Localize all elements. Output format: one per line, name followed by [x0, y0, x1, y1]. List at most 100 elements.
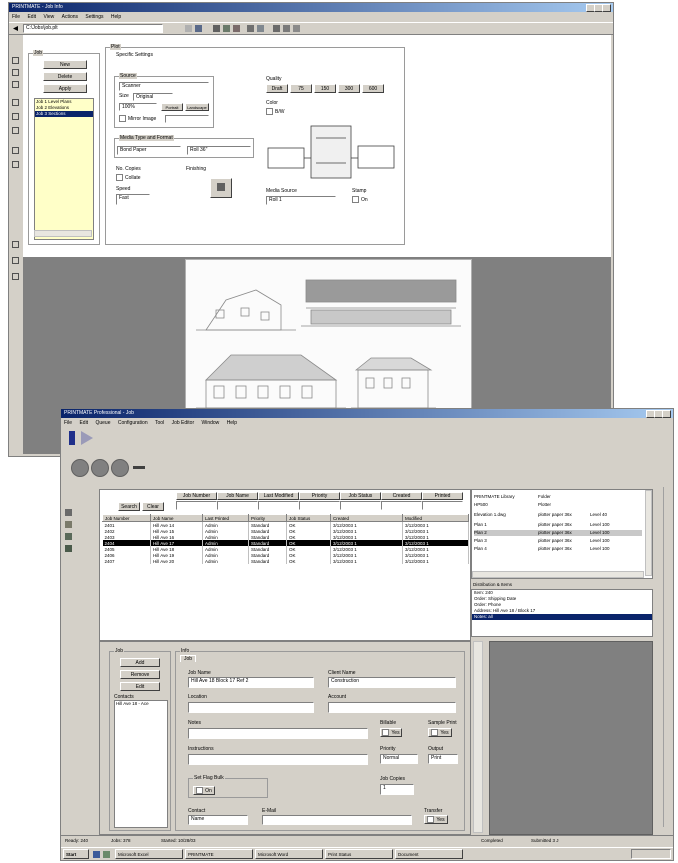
menu-window[interactable]: Window — [202, 420, 220, 426]
menu-help[interactable]: Help — [227, 420, 237, 426]
tree-hscroll[interactable] — [472, 571, 644, 578]
remove-button[interactable]: Remove — [120, 670, 160, 679]
quality-draft-radio[interactable]: Draft — [266, 84, 288, 93]
filter-header[interactable]: Created — [381, 492, 422, 500]
rotate-tool-icon[interactable] — [12, 161, 19, 168]
filter-header[interactable]: Last Modified — [258, 492, 299, 500]
portrait-button[interactable]: Portrait — [161, 103, 183, 111]
tree-item[interactable]: Plan 3 plotter paper 36x Level 100 — [474, 538, 610, 544]
filter-input[interactable] — [217, 501, 258, 510]
filter-header[interactable]: Job Number — [176, 492, 217, 500]
stamp-tool-icon[interactable] — [12, 241, 19, 248]
quick-launch-ie-icon[interactable] — [93, 851, 100, 858]
line-tool-icon[interactable] — [12, 147, 19, 154]
add-button[interactable]: Add — [120, 658, 160, 667]
zoom-out-icon[interactable] — [233, 25, 240, 32]
measure-tool-icon[interactable] — [12, 113, 19, 120]
menu-edit[interactable]: Edit — [79, 420, 88, 426]
filter-header[interactable]: Job Status — [340, 492, 381, 500]
record-circle-icon[interactable] — [91, 459, 109, 477]
taskbar-item[interactable]: Print Status — [325, 849, 393, 859]
delete-job-button[interactable]: Delete — [43, 72, 87, 81]
email-field[interactable] — [262, 815, 412, 825]
size-select[interactable]: Original — [133, 93, 173, 101]
quality-75-radio[interactable]: 75 — [290, 84, 312, 93]
color-checkbox[interactable]: B/W — [266, 108, 284, 115]
stamp-checkbox[interactable]: On — [352, 196, 368, 203]
menu-view[interactable]: View — [43, 14, 54, 20]
front-window-titlebar[interactable]: PRINTMATE Professional - Job — [61, 409, 673, 418]
filter-input[interactable] — [299, 501, 340, 510]
menu-job-editor[interactable]: Job Editor — [172, 420, 195, 426]
eject-circle-icon[interactable] — [111, 459, 129, 477]
menu-edit[interactable]: Edit — [27, 14, 36, 20]
tab-specific-settings[interactable]: Specific Settings — [112, 51, 157, 58]
taskbar-item[interactable]: Microsoft Excel — [115, 849, 183, 859]
tree-item[interactable]: Plan 1 plotter paper 36x Level 100 — [474, 522, 610, 528]
minus-icon[interactable] — [133, 466, 145, 469]
collate-checkbox[interactable]: Collate — [116, 174, 141, 181]
billable-toggle[interactable]: Yes — [380, 728, 402, 737]
media-format-select[interactable]: Roll 36" — [187, 146, 251, 155]
select-tool-icon[interactable] — [12, 57, 19, 64]
folder-tool-icon[interactable] — [65, 521, 72, 528]
taskbar-item[interactable]: PRINTMATE — [185, 849, 253, 859]
flag-toggle[interactable]: On — [193, 786, 215, 795]
stop-circle-icon[interactable] — [71, 459, 89, 477]
save-icon[interactable] — [195, 25, 202, 32]
filter-input[interactable] — [381, 501, 422, 510]
mirror-field[interactable] — [165, 115, 209, 123]
column-header[interactable]: Modified — [402, 514, 469, 522]
menu-tool[interactable]: Tool — [155, 420, 164, 426]
close-button[interactable] — [602, 4, 611, 12]
quality-300-radio[interactable]: 300 — [338, 84, 360, 93]
back-window-titlebar[interactable]: PRINTMATE - Job Info — [9, 3, 613, 12]
contact-item[interactable]: Hill Ave 18 - Ace — [115, 701, 167, 707]
menu-file[interactable]: File — [64, 420, 72, 426]
priority-select[interactable]: Normal — [380, 754, 418, 764]
job-list-item-selected[interactable]: Job 3 Sections — [35, 111, 93, 117]
notes-field[interactable] — [188, 728, 368, 739]
menu-file[interactable]: File — [12, 14, 20, 20]
tree-item-selected[interactable]: Plan 2 plotter paper 36x Level 100 — [474, 530, 642, 536]
menu-configuration[interactable]: Configuration — [118, 420, 148, 426]
filter-header[interactable]: Job Name — [217, 492, 258, 500]
client-name-field[interactable]: Construction — [328, 677, 456, 688]
open-icon[interactable] — [185, 25, 192, 32]
contact-select[interactable]: Name — [188, 815, 248, 825]
rotate-icon[interactable] — [257, 25, 264, 32]
filter-input[interactable] — [258, 501, 299, 510]
column-header[interactable]: Job Number — [102, 514, 151, 522]
account-field[interactable] — [328, 702, 456, 713]
job-list[interactable]: Job 1 Level Plans Job 2 Elevations Job 3… — [34, 98, 94, 240]
address-field[interactable]: C:\Jobs\job.plt — [23, 24, 163, 33]
move-tool-icon[interactable] — [12, 69, 19, 76]
filter-input[interactable] — [340, 501, 381, 510]
print-icon[interactable] — [213, 25, 220, 32]
bottom-vscroll[interactable] — [473, 641, 483, 833]
layer-tool-icon[interactable] — [12, 257, 19, 264]
tab-job[interactable]: Job — [180, 655, 197, 662]
layers-icon[interactable] — [273, 25, 280, 32]
job-tool-icon[interactable] — [65, 545, 72, 552]
printer-tool-icon[interactable] — [65, 533, 72, 540]
job-list-hscroll[interactable] — [34, 230, 92, 237]
column-header[interactable]: Last Printed — [202, 514, 249, 522]
queue-tool-icon[interactable] — [65, 509, 72, 516]
pause-icon[interactable] — [69, 431, 75, 445]
tree-vscroll[interactable] — [645, 490, 652, 576]
tree-item[interactable]: HP500 Plotter — [474, 502, 551, 508]
output-select[interactable]: Print — [428, 754, 458, 764]
menu-actions[interactable]: Actions — [62, 14, 78, 20]
location-field[interactable] — [188, 702, 314, 713]
quick-launch-desktop-icon[interactable] — [103, 851, 110, 858]
taskbar-item[interactable]: Document — [395, 849, 463, 859]
tree-item[interactable]: Plan 4 plotter paper 36x Level 100 — [474, 546, 610, 552]
taskbar-item[interactable]: Microsoft Word — [255, 849, 323, 859]
zoom-in-icon[interactable] — [223, 25, 230, 32]
apply-job-button[interactable]: Apply — [43, 84, 87, 93]
close-button[interactable] — [662, 410, 671, 418]
menu-queue[interactable]: Queue — [95, 420, 110, 426]
job-name-field[interactable]: Hill Ave 18 Block 17 Ref 2 — [188, 677, 314, 688]
print-tool-icon[interactable] — [12, 273, 19, 280]
